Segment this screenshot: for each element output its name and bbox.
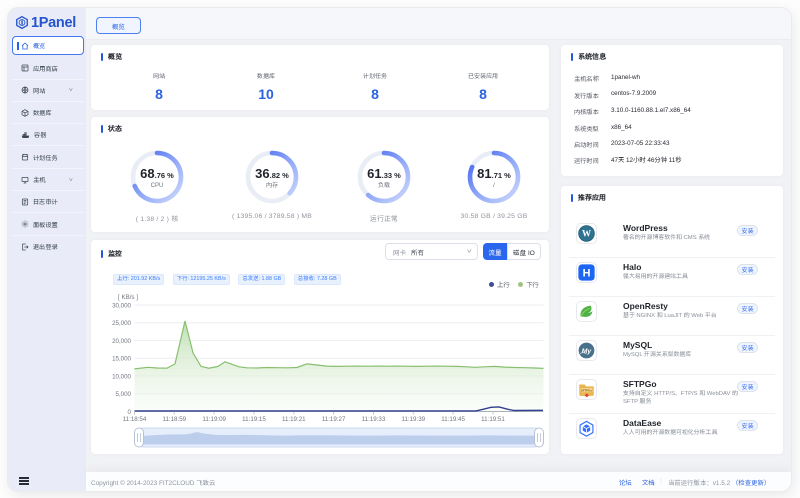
svg-text:0: 0 <box>128 409 132 416</box>
svg-text:11:19:33: 11:19:33 <box>362 416 386 423</box>
svg-text:SFTPGo: SFTPGo <box>581 389 593 393</box>
svg-text:5,000: 5,000 <box>116 391 132 398</box>
svg-text:11:19:45: 11:19:45 <box>441 416 465 423</box>
svg-text:30,000: 30,000 <box>112 302 131 309</box>
svg-text:11:19:51: 11:19:51 <box>481 416 505 423</box>
svg-text:My: My <box>582 348 593 355</box>
svg-text:11:19:15: 11:19:15 <box>242 416 266 423</box>
svg-text:11:19:09: 11:19:09 <box>202 416 226 423</box>
svg-text:11:19:27: 11:19:27 <box>322 416 346 423</box>
svg-text:15,000: 15,000 <box>112 356 131 363</box>
svg-text:25,000: 25,000 <box>112 320 131 327</box>
svg-text:11:19:21: 11:19:21 <box>282 416 306 423</box>
svg-text:W: W <box>582 229 591 239</box>
svg-text:11:18:59: 11:18:59 <box>162 416 186 423</box>
svg-text:H: H <box>583 268 591 280</box>
svg-text:11:18:54: 11:18:54 <box>123 416 147 423</box>
svg-text:20,000: 20,000 <box>112 338 131 345</box>
svg-text:11:19:39: 11:19:39 <box>401 416 425 423</box>
svg-text:10,000: 10,000 <box>112 373 131 380</box>
svg-text:[ KB/s ]: [ KB/s ] <box>118 294 138 301</box>
